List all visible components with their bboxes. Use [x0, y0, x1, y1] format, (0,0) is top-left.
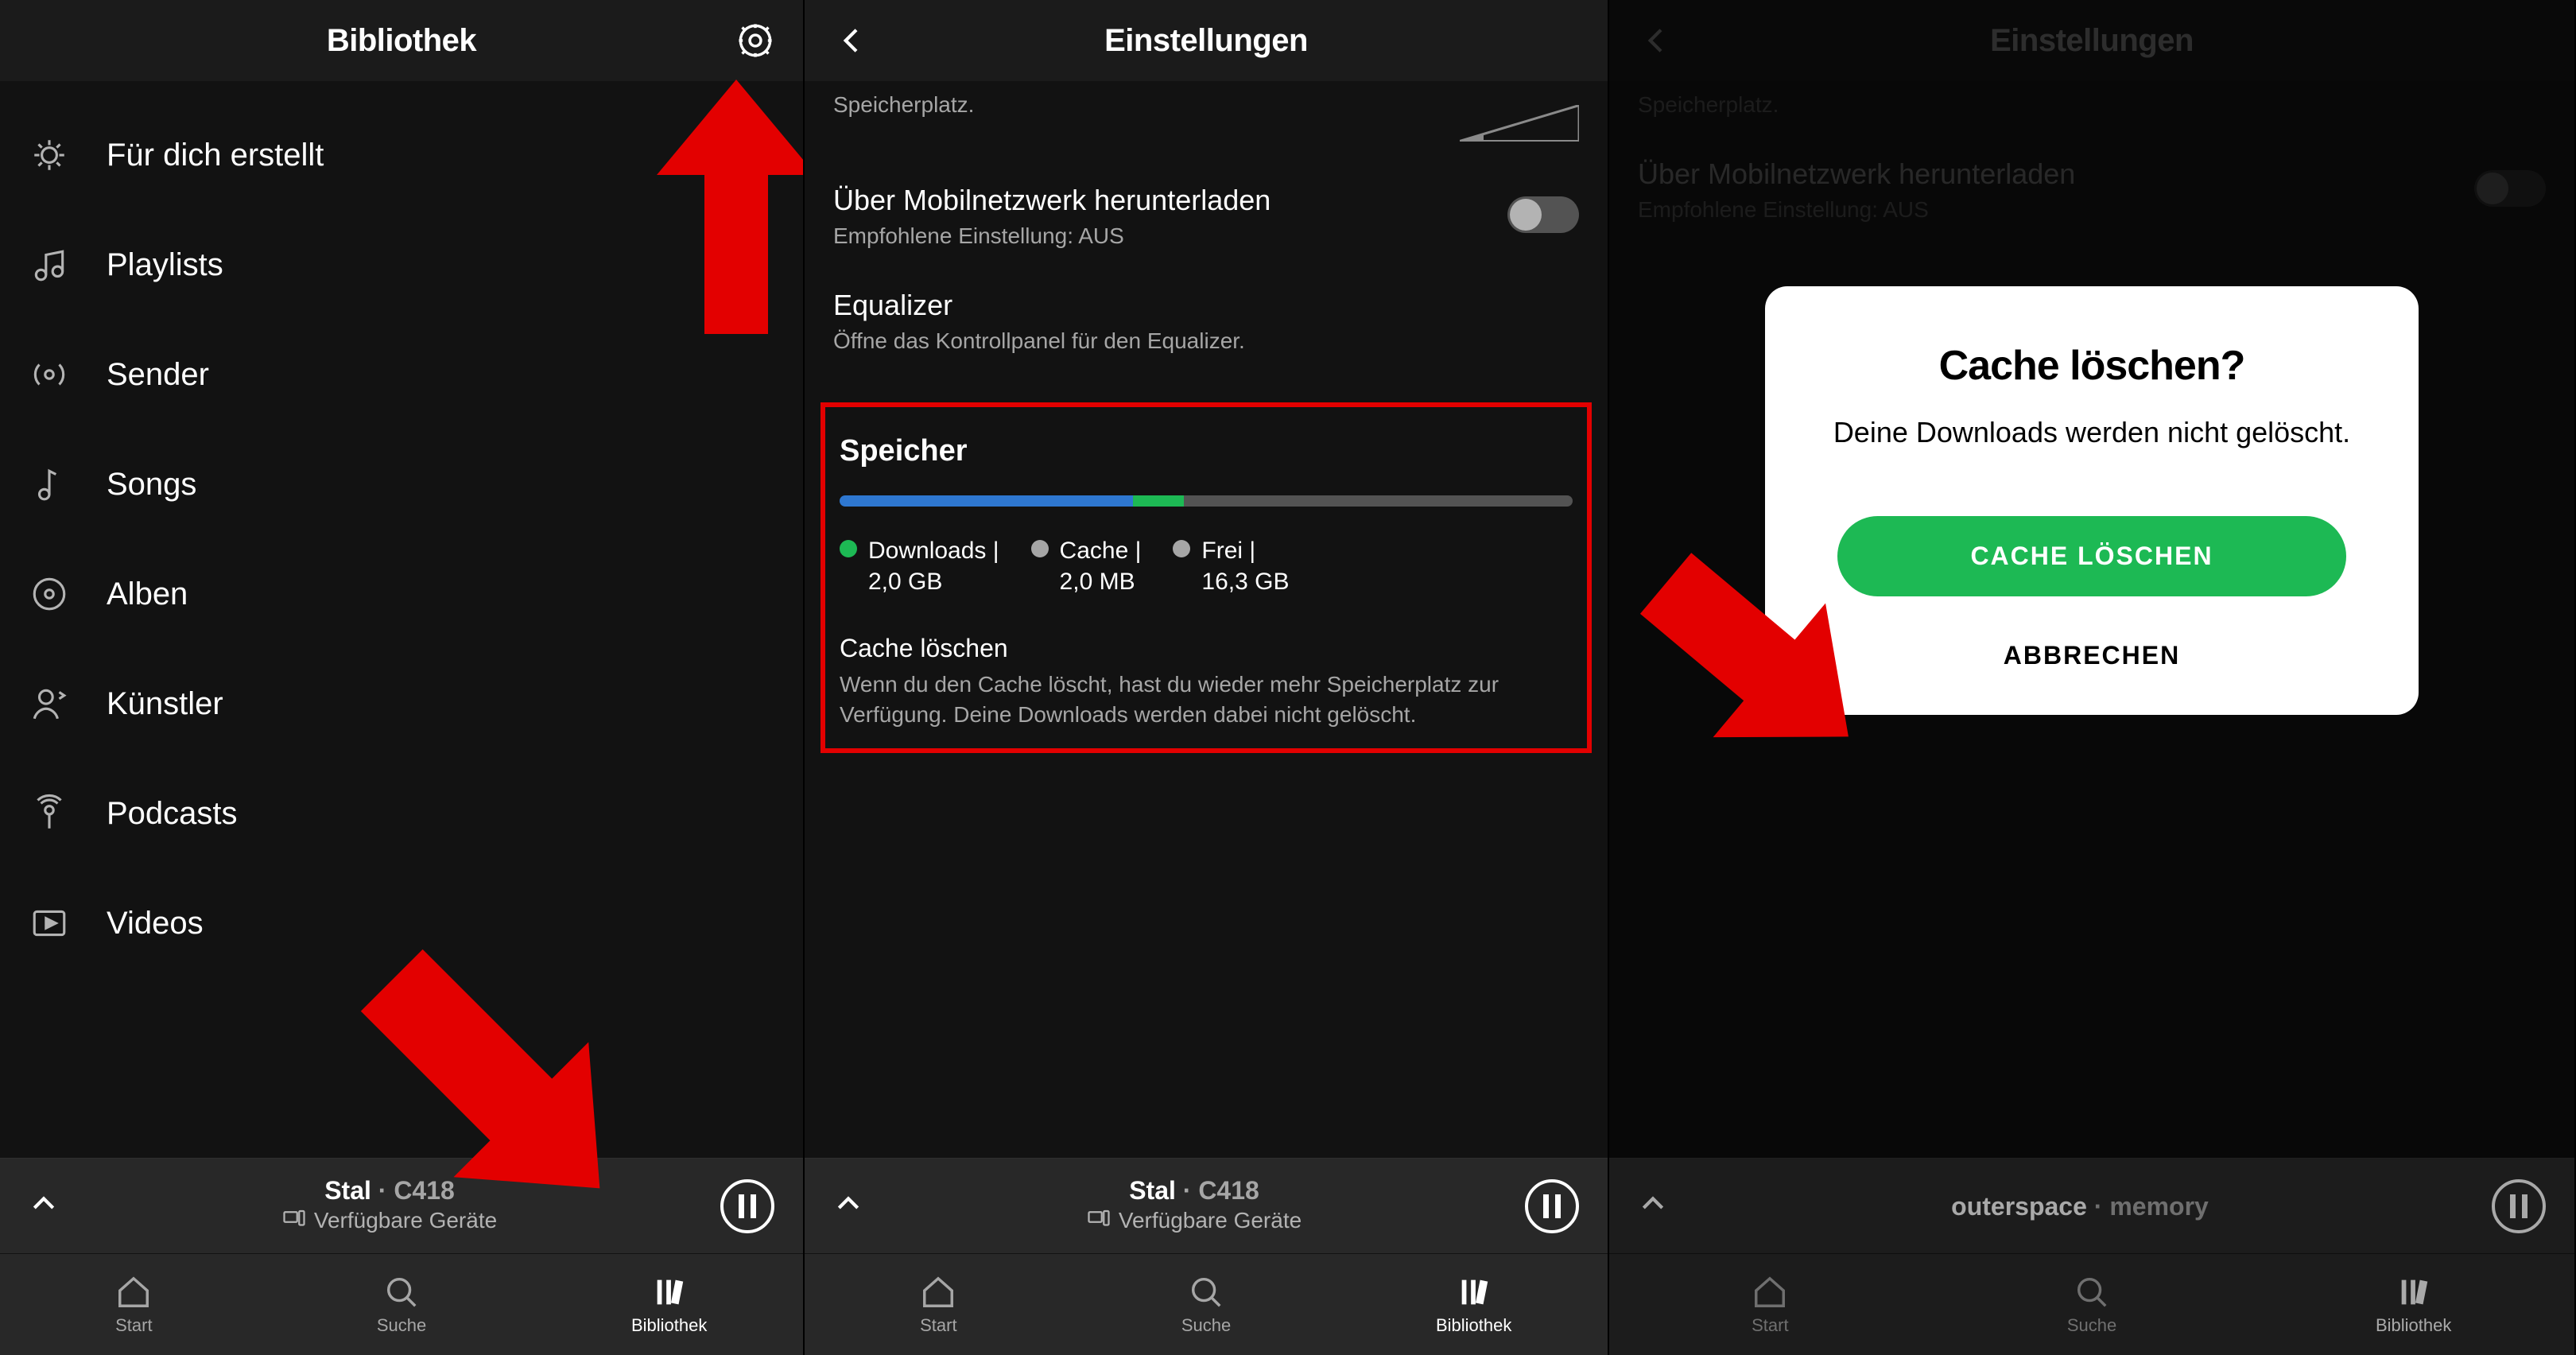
chevron-up-icon[interactable] — [1609, 1188, 1697, 1224]
phone-3-dialog: Einstellungen Speicherplatz. Über Mobiln… — [1609, 0, 2576, 1355]
devices-icon — [1087, 1207, 1111, 1237]
radio-icon — [24, 349, 75, 400]
made-for-you-icon — [24, 130, 75, 181]
settings-button[interactable] — [708, 20, 803, 61]
video-icon — [24, 898, 75, 949]
chevron-up-icon[interactable] — [805, 1188, 892, 1224]
podcast-icon — [24, 788, 75, 839]
tab-library[interactable]: Bibliothek — [1340, 1254, 1608, 1355]
now-playing-bar[interactable]: Stal · C418 Verfügbare Geräte — [805, 1158, 1608, 1253]
settings-title: Einstellungen — [900, 23, 1512, 59]
pause-button[interactable] — [720, 1179, 774, 1233]
phone-2-settings: Einstellungen Speicherplatz. Über Mobiln… — [805, 0, 1609, 1355]
available-devices-link[interactable]: Verfügbare Geräte — [1087, 1206, 1302, 1237]
chevron-up-icon[interactable] — [0, 1188, 87, 1224]
library-item-albums[interactable]: Alben — [24, 539, 779, 649]
tab-home[interactable]: Start — [1609, 1254, 1931, 1355]
library-title: Bibliothek — [95, 23, 708, 59]
legend-downloads: Downloads |2,0 GB — [840, 535, 999, 597]
library-item-podcasts[interactable]: Podcasts — [24, 759, 779, 868]
home-icon — [1752, 1274, 1788, 1310]
tab-bar: Start Suche Bibliothek — [1609, 1253, 2574, 1355]
now-playing-bar[interactable]: Stal · C418 Verfügbare Geräte — [0, 1158, 803, 1253]
back-button[interactable] — [805, 25, 900, 56]
tab-bar: Start Suche Bibliothek — [0, 1253, 803, 1355]
clear-cache-row[interactable]: Cache löschen Wenn du den Cache löscht, … — [840, 634, 1573, 730]
search-icon — [383, 1274, 420, 1310]
library-item-label: Playlists — [107, 247, 223, 283]
setting-equalizer[interactable]: Equalizer Öffne das Kontrollpanel für de… — [805, 270, 1608, 375]
library-item-radio[interactable]: Sender — [24, 320, 779, 429]
library-item-made-for-you[interactable]: Für dich erstellt — [24, 100, 779, 210]
dialog-confirm-button[interactable]: CACHE LÖSCHEN — [1837, 516, 2346, 596]
cellular-signal-icon — [1460, 91, 1579, 146]
gear-icon — [735, 20, 776, 61]
home-icon — [920, 1274, 956, 1310]
playlist-icon — [24, 239, 75, 290]
album-icon — [24, 569, 75, 619]
library-item-label: Podcasts — [107, 796, 238, 832]
library-item-label: Alben — [107, 577, 188, 612]
storage-heading: Speicher — [840, 434, 1573, 468]
legend-cache: Cache |2,0 MB — [1031, 535, 1142, 597]
library-item-label: Künstler — [107, 686, 223, 722]
tab-search[interactable]: Suche — [1931, 1254, 2253, 1355]
chevron-left-icon — [836, 25, 868, 56]
available-devices-link[interactable]: Verfügbare Geräte — [282, 1206, 497, 1237]
library-item-playlists[interactable]: Playlists — [24, 210, 779, 320]
library-item-songs[interactable]: Songs — [24, 429, 779, 539]
pause-button[interactable] — [1525, 1179, 1579, 1233]
library-icon — [2396, 1274, 2432, 1310]
tab-library[interactable]: Bibliothek — [535, 1254, 803, 1355]
home-icon — [115, 1274, 152, 1310]
library-icon — [651, 1274, 688, 1310]
tab-search[interactable]: Suche — [268, 1254, 536, 1355]
library-header: Bibliothek — [0, 0, 803, 81]
storage-section-highlighted: Speicher Downloads |2,0 GB Cache |2,0 MB… — [821, 402, 1592, 754]
now-playing-bar[interactable]: outerspace · memory — [1609, 1158, 2574, 1253]
devices-icon — [282, 1207, 306, 1237]
now-playing-track: Stal · C418 — [1129, 1174, 1259, 1206]
pause-button[interactable] — [2492, 1179, 2546, 1233]
library-item-artists[interactable]: Künstler — [24, 649, 779, 759]
music-note-icon — [24, 459, 75, 510]
clear-cache-dialog: Cache löschen? Deine Downloads werden ni… — [1765, 286, 2419, 715]
library-item-videos[interactable]: Videos — [24, 868, 779, 978]
settings-header: Einstellungen — [805, 0, 1608, 81]
cellular-toggle[interactable] — [1507, 196, 1579, 233]
library-item-label: Videos — [107, 906, 204, 942]
storage-usage-bar — [840, 495, 1573, 507]
tab-search[interactable]: Suche — [1073, 1254, 1340, 1355]
tab-library[interactable]: Bibliothek — [2252, 1254, 2574, 1355]
dialog-cancel-button[interactable]: ABBRECHEN — [1813, 636, 2371, 675]
legend-free: Frei |16,3 GB — [1173, 535, 1289, 597]
dialog-body: Deine Downloads werden nicht gelöscht. — [1813, 413, 2371, 452]
artist-icon — [24, 678, 75, 729]
setting-cellular-download[interactable]: Über Mobilnetzwerk herunterladen Empfohl… — [805, 165, 1608, 270]
search-icon — [2074, 1274, 2110, 1310]
now-playing-track: Stal · C418 — [324, 1174, 455, 1206]
dialog-title: Cache löschen? — [1813, 342, 2371, 390]
now-playing-track: outerspace · memory — [1951, 1190, 2209, 1222]
tab-home[interactable]: Start — [0, 1254, 268, 1355]
tab-home[interactable]: Start — [805, 1254, 1073, 1355]
search-icon — [1188, 1274, 1224, 1310]
tab-bar: Start Suche Bibliothek — [805, 1253, 1608, 1355]
library-item-label: Für dich erstellt — [107, 138, 324, 173]
library-item-label: Sender — [107, 357, 209, 393]
phone-1-library: Bibliothek Für dich erstellt — [0, 0, 805, 1355]
library-icon — [1456, 1274, 1492, 1310]
library-item-label: Songs — [107, 467, 196, 503]
storage-hint-label: Speicherplatz. — [833, 91, 974, 119]
